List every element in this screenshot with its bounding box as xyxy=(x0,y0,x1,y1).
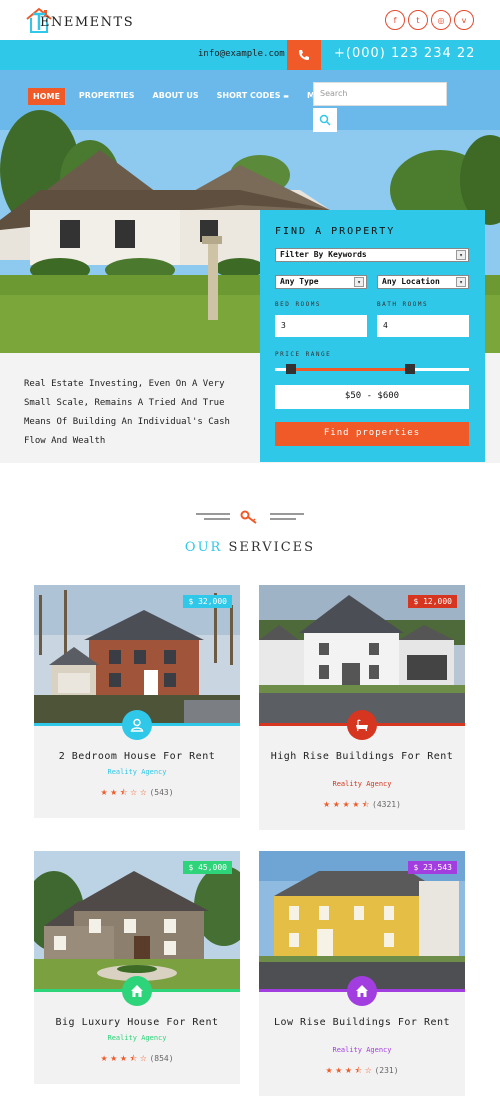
nav-about-us[interactable]: ABOUT US xyxy=(149,88,203,105)
nav-home[interactable]: HOME xyxy=(28,88,65,105)
property-card[interactable]: $ 45,000 Big Luxury House For Rent Reali… xyxy=(34,851,240,1084)
type-select-value: Any Type xyxy=(280,277,319,286)
rating-star-icons: ★ ★ ★ ★ ⯪ xyxy=(323,800,370,809)
phone-button[interactable] xyxy=(287,40,321,70)
phone-number[interactable]: +(000) 123 234 22 xyxy=(334,46,475,61)
chevron-down-icon: ▬ xyxy=(283,93,289,100)
email-link[interactable]: info@example.com xyxy=(198,49,285,59)
property-card[interactable]: $ 23,543 Low Rise Buildings For Rent Rea… xyxy=(259,851,465,1096)
home-icon xyxy=(122,976,152,1006)
price-range-max-handle[interactable] xyxy=(405,364,415,374)
rating-star-icons: ★ ★ ★ ⯪ ☆ xyxy=(325,1066,372,1075)
nav-short-codes-label: SHORT CODES xyxy=(216,91,281,100)
top-bar: ENEMENTS f t ◎ v xyxy=(0,0,500,40)
main-nav: HOME PROPERTIES ABOUT US SHORT CODES ▬ M… xyxy=(28,88,348,105)
review-count: (543) xyxy=(149,788,174,797)
search-button[interactable] xyxy=(313,108,337,132)
chevron-down-icon: ▾ xyxy=(456,277,466,287)
agency-name[interactable]: Reality Agency xyxy=(34,768,240,776)
bedrooms-field[interactable]: 3 xyxy=(275,315,367,337)
bathrooms-field[interactable]: 4 xyxy=(377,315,469,337)
price-range-value: $50 - $600 xyxy=(275,385,469,409)
bathrooms-label: BATH ROOMS xyxy=(377,301,429,308)
price-tag: $ 23,543 xyxy=(408,861,457,874)
keywords-select[interactable]: Filter By Keywords ▾ xyxy=(275,248,469,262)
price-tag: $ 12,000 xyxy=(408,595,457,608)
services-title: OUR SERVICES xyxy=(0,540,500,555)
price-tag: $ 45,000 xyxy=(183,861,232,874)
agency-name[interactable]: Reality Agency xyxy=(259,780,465,788)
rating-stars: ★ ★ ★ ⯪ ☆ (854) xyxy=(34,1053,240,1067)
agency-name[interactable]: Reality Agency xyxy=(259,1046,465,1054)
search-icon xyxy=(319,114,331,126)
twitter-icon[interactable]: t xyxy=(408,10,428,30)
services-title-highlight: OUR xyxy=(184,540,223,555)
user-icon xyxy=(122,710,152,740)
price-range-fill xyxy=(290,368,410,371)
review-count: (854) xyxy=(149,1054,174,1063)
property-title[interactable]: 2 Bedroom House For Rent xyxy=(44,751,230,763)
location-select-value: Any Location xyxy=(382,277,440,286)
intro-text: Real Estate Investing, Even On A Very Sm… xyxy=(24,379,230,446)
bedrooms-label: BED ROOMS xyxy=(275,301,322,308)
bathtub-icon xyxy=(347,710,377,740)
nav-short-codes[interactable]: SHORT CODES ▬ xyxy=(213,88,293,105)
keywords-select-value: Filter By Keywords xyxy=(280,250,367,259)
logo[interactable]: ENEMENTS xyxy=(24,6,134,34)
rating-stars: ★ ★ ★ ⯪ ☆ (231) xyxy=(259,1065,465,1079)
find-properties-button[interactable]: Find properties xyxy=(275,422,469,446)
services-title-rest: SERVICES xyxy=(228,540,316,555)
search-input[interactable]: Search xyxy=(313,82,447,106)
property-title[interactable]: Big Luxury House For Rent xyxy=(44,1017,230,1029)
rating-stars: ★ ★ ★ ★ ⯪ (4321) xyxy=(259,799,465,813)
property-card[interactable]: $ 12,000 High Rise Buildings For Rent Re… xyxy=(259,585,465,830)
chevron-down-icon: ▾ xyxy=(456,250,466,260)
rating-star-icons: ★ ★ ⯪ ☆ ☆ xyxy=(100,788,147,797)
review-count: (231) xyxy=(374,1066,399,1075)
property-title[interactable]: High Rise Buildings For Rent xyxy=(269,751,455,763)
home-icon xyxy=(347,976,377,1006)
price-range-min-handle[interactable] xyxy=(286,364,296,374)
review-count: (4321) xyxy=(372,800,401,809)
dribbble-icon[interactable]: ◎ xyxy=(431,10,451,30)
price-tag: $ 32,000 xyxy=(183,595,232,608)
type-select[interactable]: Any Type ▾ xyxy=(275,275,367,289)
property-card[interactable]: $ 32,000 2 Bedroom House For Rent Realit… xyxy=(34,585,240,818)
location-select[interactable]: Any Location ▾ xyxy=(377,275,469,289)
facebook-icon[interactable]: f xyxy=(385,10,405,30)
price-range-label: PRICE RANGE xyxy=(275,351,332,358)
chevron-down-icon: ▾ xyxy=(354,277,364,287)
rating-star-icons: ★ ★ ★ ⯪ ☆ xyxy=(100,1054,147,1063)
find-property-title: FIND A PROPERTY xyxy=(275,226,396,237)
vimeo-icon[interactable]: v xyxy=(454,10,474,30)
logo-text: ENEMENTS xyxy=(40,15,135,30)
nav-properties[interactable]: PROPERTIES xyxy=(75,88,139,105)
property-title[interactable]: Low Rise Buildings For Rent xyxy=(269,1017,455,1029)
phone-icon xyxy=(299,50,309,60)
rating-stars: ★ ★ ⯪ ☆ ☆ (543) xyxy=(34,787,240,801)
agency-name[interactable]: Reality Agency xyxy=(34,1034,240,1042)
key-divider-icon xyxy=(196,510,304,524)
